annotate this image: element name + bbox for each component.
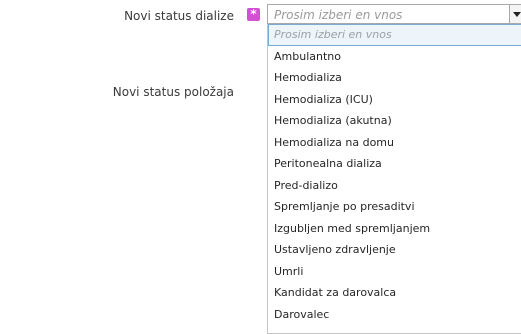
dialysis-status-label: Novi status dialize bbox=[124, 9, 234, 23]
dropdown-option[interactable]: Izgubljen med spremljanjem bbox=[268, 218, 521, 240]
dropdown-option[interactable]: Spremljanje po presaditvi bbox=[268, 196, 521, 218]
select-placeholder: Prosim izberi en vnos bbox=[274, 8, 403, 22]
select-arrow-button[interactable] bbox=[509, 5, 521, 23]
dropdown-option[interactable]: Hemodializa na domu bbox=[268, 132, 521, 154]
dropdown-option[interactable]: Ustavljeno zdravljenje bbox=[268, 239, 521, 261]
dropdown-option[interactable]: Kandidat za darovalca bbox=[268, 282, 521, 304]
dropdown-option[interactable]: Darovalec bbox=[268, 304, 521, 326]
dropdown-option[interactable]: Hemodializa (akutna) bbox=[268, 110, 521, 132]
position-status-label: Novi status položaja bbox=[112, 85, 234, 99]
dropdown-option[interactable]: Hemodializa bbox=[268, 67, 521, 89]
dialysis-status-select[interactable]: Prosim izberi en vnos bbox=[267, 4, 521, 24]
dropdown-option[interactable]: Hemodializa (ICU) bbox=[268, 89, 521, 111]
required-marker: * bbox=[247, 8, 260, 21]
chevron-down-icon bbox=[513, 12, 521, 17]
dropdown-option-placeholder[interactable]: Prosim izberi en vnos bbox=[268, 24, 521, 46]
dropdown-option[interactable]: Ambulantno bbox=[268, 46, 521, 68]
dropdown-option[interactable]: Umrli bbox=[268, 261, 521, 283]
dropdown-option[interactable]: Pred-dializo bbox=[268, 175, 521, 197]
dropdown-option[interactable]: Peritonealna dializa bbox=[268, 153, 521, 175]
dialysis-status-dropdown[interactable]: Prosim izberi en vnos Ambulantno Hemodia… bbox=[267, 24, 521, 334]
